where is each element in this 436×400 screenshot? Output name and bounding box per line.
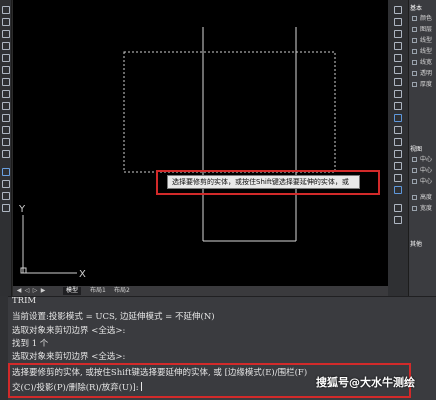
left-tool-strip <box>0 0 12 296</box>
property-icon <box>412 49 417 54</box>
line-tool-icon[interactable] <box>2 6 10 14</box>
arc-tool-icon[interactable] <box>2 30 10 38</box>
polygon-tool-icon[interactable] <box>2 66 10 74</box>
property-row[interactable]: 中心 <box>409 165 436 176</box>
tab-layout2[interactable]: 布局2 <box>111 287 133 295</box>
explode-tool-icon[interactable] <box>394 186 402 194</box>
mtext-tool-icon[interactable] <box>2 204 10 212</box>
ucs-x-label: X <box>79 269 86 280</box>
canvas-drawing: Y X <box>18 27 336 280</box>
ellipse-tool-icon[interactable] <box>2 90 10 98</box>
property-icon <box>412 27 417 32</box>
command-history-line: 选取对象来剪切边界 <全选>: <box>12 326 126 336</box>
move-tool-icon[interactable] <box>394 66 402 74</box>
copy-tool-icon[interactable] <box>394 18 402 26</box>
command-window-handle[interactable] <box>0 296 8 400</box>
first-tab-icon[interactable]: ◀ <box>15 287 23 295</box>
polyline-tool-icon[interactable] <box>2 18 10 26</box>
property-icon <box>412 206 417 211</box>
command-history-line: TRIM <box>12 296 37 306</box>
property-row[interactable]: 线宽 <box>409 57 436 68</box>
properties-tool-icon[interactable] <box>394 204 402 212</box>
region-tool-icon[interactable] <box>2 150 10 158</box>
rotate-tool-icon[interactable] <box>394 78 402 86</box>
property-icon <box>412 82 417 87</box>
dashed-selection-rectangle <box>123 51 336 173</box>
stretch-tool-icon[interactable] <box>394 102 402 110</box>
block-tool-icon[interactable] <box>2 168 10 176</box>
hatch-tool-icon[interactable] <box>2 126 10 134</box>
property-icon <box>412 38 417 43</box>
prev-tab-icon[interactable]: ◁ <box>23 287 31 295</box>
tooltip-highlight-frame <box>156 170 380 195</box>
insert-tool-icon[interactable] <box>2 180 10 188</box>
next-tab-icon[interactable]: ▷ <box>31 287 39 295</box>
tab-layout1[interactable]: 布局1 <box>87 287 109 295</box>
table-tool-icon[interactable] <box>2 192 10 200</box>
watermark-text: 搜狐号@大水牛测绘 <box>316 376 415 389</box>
array-tool-icon[interactable] <box>394 54 402 62</box>
property-row[interactable]: 线型 <box>409 46 436 57</box>
join-tool-icon[interactable] <box>394 150 402 158</box>
layout-tabs-bar: ◀ ◁ ▷ ▶ 模型 布局1 布局2 <box>13 286 388 296</box>
scale-tool-icon[interactable] <box>394 90 402 98</box>
command-history-line: 找到 1 个 <box>12 339 49 349</box>
break-tool-icon[interactable] <box>394 138 402 146</box>
property-row[interactable]: 中心 <box>409 176 436 187</box>
property-row[interactable]: 透明 <box>409 68 436 79</box>
property-icon <box>412 179 417 184</box>
property-row[interactable]: 中心 <box>409 154 436 165</box>
last-tab-icon[interactable]: ▶ <box>39 287 47 295</box>
property-row[interactable]: 图层 <box>409 24 436 35</box>
spline-tool-icon[interactable] <box>2 78 10 86</box>
ucs-y-label: Y <box>18 204 26 215</box>
match-tool-icon[interactable] <box>394 216 402 224</box>
section-view[interactable]: 视图 <box>410 144 422 153</box>
modify-toolbar <box>388 0 408 296</box>
rectangle-tool-icon[interactable] <box>2 54 10 62</box>
circle-tool-icon[interactable] <box>2 42 10 50</box>
property-icon <box>412 168 417 173</box>
point-tool-icon[interactable] <box>2 114 10 122</box>
drawing-canvas[interactable]: Y X 选择要修剪的实体，或按住Shift键选择要延伸的实体，或 <box>13 0 388 286</box>
property-icon <box>412 60 417 65</box>
properties-palette: 基本 颜色 图层 线型 线型 线宽 透明 厚度 视图 中心 中心 中心 高度 宽… <box>408 0 436 296</box>
property-icon <box>412 195 417 200</box>
erase-tool-icon[interactable] <box>394 6 402 14</box>
revcloud-tool-icon[interactable] <box>2 102 10 110</box>
property-icon <box>412 157 417 162</box>
property-row[interactable]: 厚度 <box>409 79 436 90</box>
tab-model[interactable]: 模型 <box>63 287 82 295</box>
property-icon <box>412 16 417 21</box>
mirror-tool-icon[interactable] <box>394 30 402 38</box>
property-icon <box>412 71 417 76</box>
chamfer-tool-icon[interactable] <box>394 162 402 170</box>
trim-tool-icon[interactable] <box>394 114 402 122</box>
property-row[interactable]: 宽度 <box>409 203 436 214</box>
command-history-line: 选取对象来剪切边界 <全选>: <box>12 352 126 362</box>
command-history-line: 当前设置:投影模式 = UCS, 边延伸模式 = 不延伸(N) <box>12 312 215 322</box>
property-row[interactable]: 颜色 <box>409 13 436 24</box>
extend-tool-icon[interactable] <box>394 126 402 134</box>
offset-tool-icon[interactable] <box>394 42 402 50</box>
gradient-tool-icon[interactable] <box>2 138 10 146</box>
section-basic[interactable]: 基本 <box>410 3 422 12</box>
section-other[interactable]: 其他 <box>410 239 422 248</box>
property-row[interactable]: 线型 <box>409 35 436 46</box>
fillet-tool-icon[interactable] <box>394 174 402 182</box>
property-row[interactable]: 高度 <box>409 192 436 203</box>
